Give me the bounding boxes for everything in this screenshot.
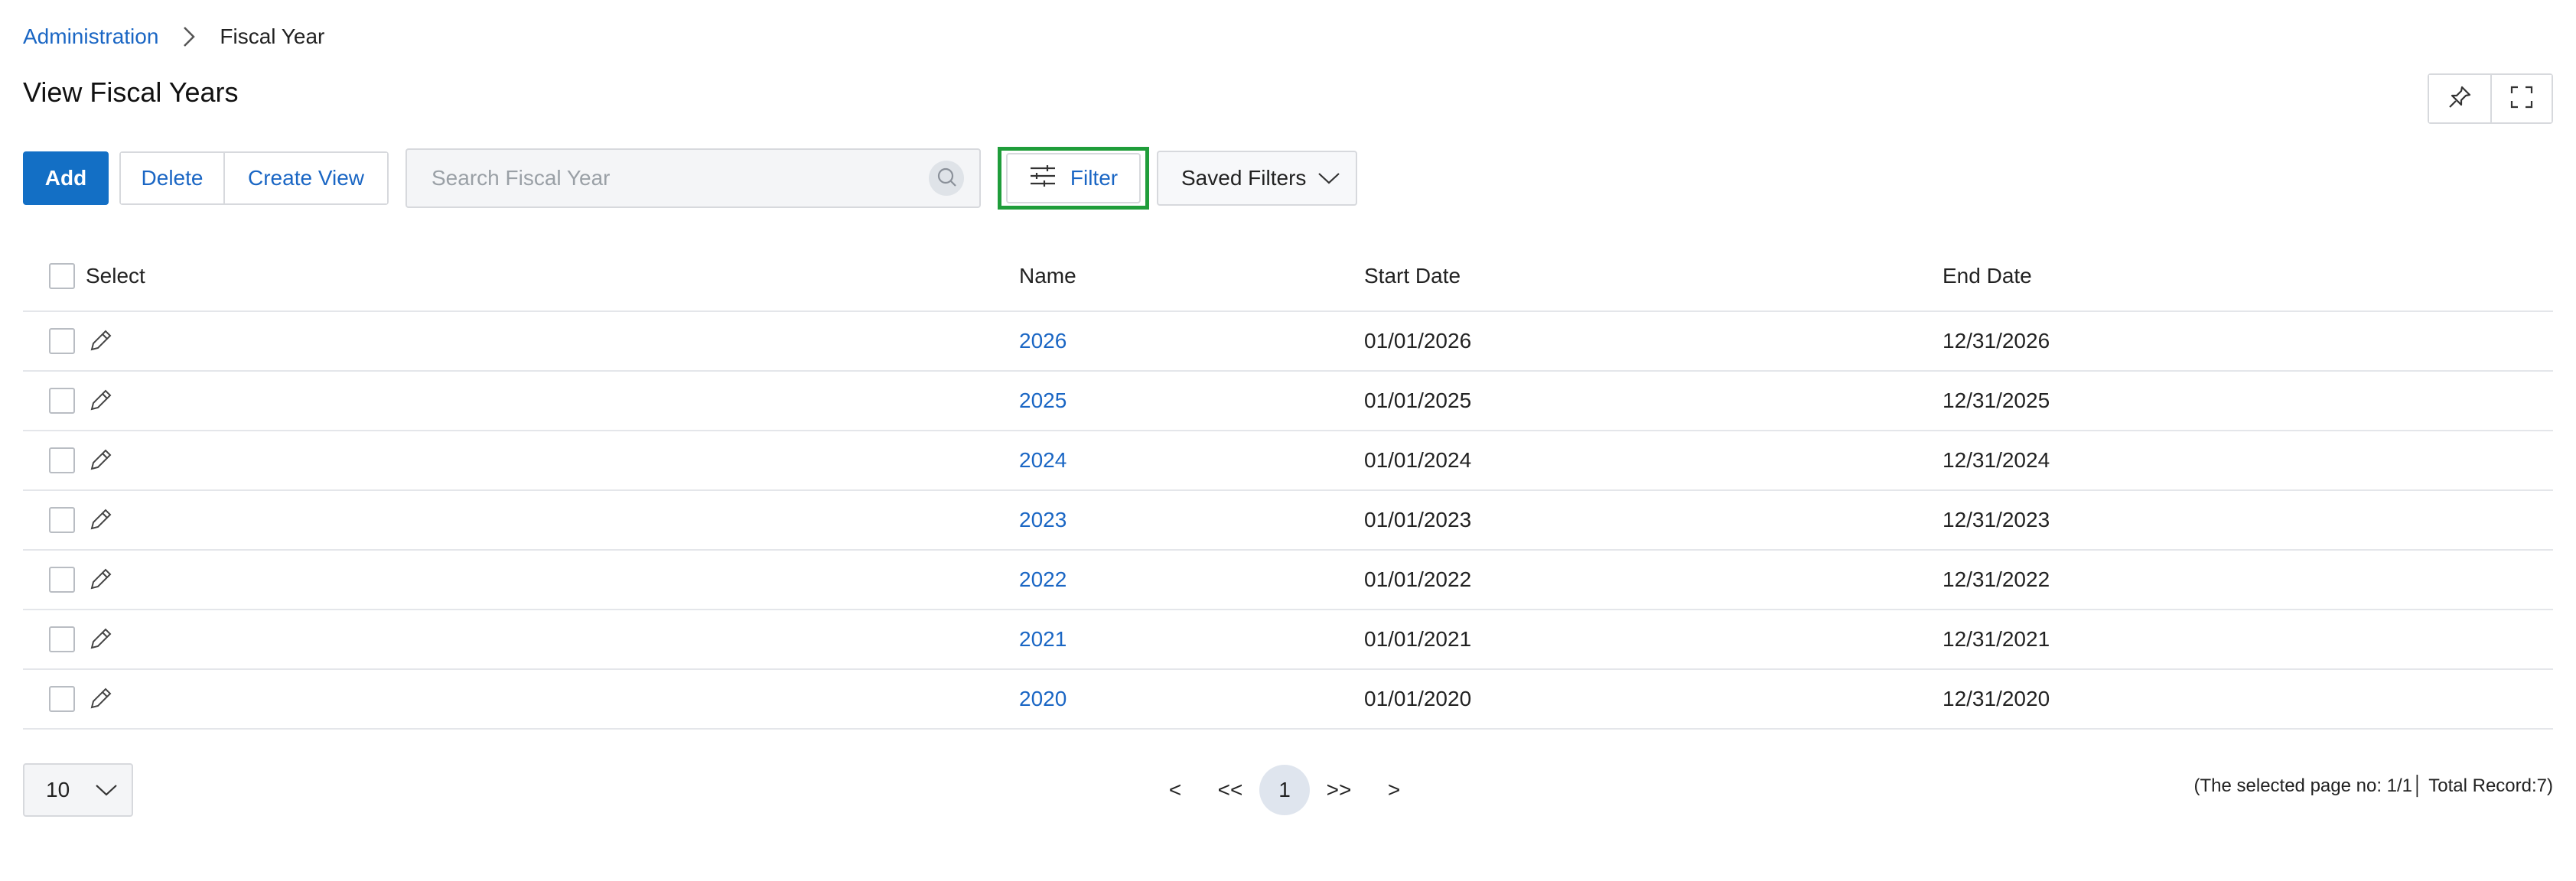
row-start-date: 01/01/2023 bbox=[1364, 508, 1472, 532]
table-row: 2022 01/01/2022 12/31/2022 bbox=[23, 551, 2553, 610]
row-start-date: 01/01/2020 bbox=[1364, 687, 1472, 710]
pencil-icon[interactable] bbox=[87, 507, 113, 533]
breadcrumb: Administration Fiscal Year bbox=[23, 21, 324, 52]
row-name-link[interactable]: 2024 bbox=[1019, 448, 1067, 472]
row-checkbox[interactable] bbox=[49, 626, 75, 652]
search-box bbox=[405, 148, 981, 208]
search-icon bbox=[935, 165, 958, 192]
delete-button[interactable]: Delete bbox=[121, 153, 223, 203]
page-size-value: 10 bbox=[46, 778, 70, 801]
table-row: 2021 01/01/2021 12/31/2021 bbox=[23, 610, 2553, 670]
row-end-date: 12/31/2023 bbox=[1943, 508, 2050, 532]
page-record-info: (The selected page no: 1/1│ Total Record… bbox=[2193, 775, 2554, 796]
chevron-right-icon bbox=[158, 26, 220, 47]
add-button[interactable]: Add bbox=[23, 151, 109, 205]
row-checkbox[interactable] bbox=[49, 686, 75, 712]
row-checkbox[interactable] bbox=[49, 507, 75, 533]
view-controls bbox=[2428, 73, 2553, 124]
toolbar: Add Delete Create View Filter bbox=[23, 147, 1357, 210]
page-size-dropdown[interactable]: 10 bbox=[23, 763, 133, 817]
table-row: 2026 01/01/2026 12/31/2026 bbox=[23, 312, 2553, 372]
pencil-icon[interactable] bbox=[87, 328, 113, 354]
pagination-prev[interactable]: < bbox=[1148, 765, 1203, 815]
row-start-date: 01/01/2025 bbox=[1364, 388, 1472, 412]
row-checkbox[interactable] bbox=[49, 567, 75, 593]
pagination-current-page[interactable]: 1 bbox=[1259, 765, 1310, 815]
chevron-down-icon bbox=[1317, 166, 1340, 190]
fullscreen-button[interactable] bbox=[2490, 75, 2552, 122]
table-row: 2024 01/01/2024 12/31/2024 bbox=[23, 431, 2553, 491]
row-name-link[interactable]: 2020 bbox=[1019, 687, 1067, 710]
row-end-date: 12/31/2025 bbox=[1943, 388, 2050, 412]
table-header: Select Name Start Date End Date bbox=[23, 242, 2553, 312]
header-select: Select bbox=[86, 264, 145, 288]
row-end-date: 12/31/2026 bbox=[1943, 329, 2050, 353]
header-name[interactable]: Name bbox=[1019, 264, 1364, 288]
search-input[interactable] bbox=[430, 165, 929, 191]
saved-filters-label: Saved Filters bbox=[1181, 166, 1307, 190]
table-row: 2020 01/01/2020 12/31/2020 bbox=[23, 670, 2553, 730]
row-end-date: 12/31/2020 bbox=[1943, 687, 2050, 710]
action-button-group: Delete Create View bbox=[119, 151, 389, 205]
create-view-button[interactable]: Create View bbox=[223, 153, 387, 203]
row-name-link[interactable]: 2023 bbox=[1019, 508, 1067, 532]
pin-icon bbox=[2447, 84, 2473, 114]
row-start-date: 01/01/2022 bbox=[1364, 567, 1472, 591]
pencil-icon[interactable] bbox=[87, 567, 113, 593]
header-end-date[interactable]: End Date bbox=[1943, 264, 2553, 288]
row-checkbox[interactable] bbox=[49, 447, 75, 473]
search-button[interactable] bbox=[929, 161, 964, 196]
select-all-checkbox[interactable] bbox=[49, 263, 75, 289]
sliders-icon bbox=[1029, 164, 1070, 193]
row-checkbox[interactable] bbox=[49, 388, 75, 414]
row-start-date: 01/01/2021 bbox=[1364, 627, 1472, 651]
breadcrumb-administration-link[interactable]: Administration bbox=[23, 24, 158, 49]
header-start-date[interactable]: Start Date bbox=[1364, 264, 1943, 288]
pencil-icon[interactable] bbox=[87, 686, 113, 712]
fullscreen-icon bbox=[2509, 84, 2535, 114]
pin-button[interactable] bbox=[2429, 75, 2490, 122]
breadcrumb-current: Fiscal Year bbox=[220, 24, 325, 48]
table-row: 2025 01/01/2025 12/31/2025 bbox=[23, 372, 2553, 431]
row-checkbox[interactable] bbox=[49, 328, 75, 354]
pagination-next[interactable]: > bbox=[1366, 765, 1422, 815]
filter-highlight: Filter bbox=[998, 147, 1149, 210]
saved-filters-dropdown[interactable]: Saved Filters bbox=[1157, 151, 1357, 206]
row-name-link[interactable]: 2026 bbox=[1019, 329, 1067, 353]
pagination-first[interactable]: << bbox=[1203, 765, 1258, 815]
chevron-down-icon bbox=[95, 778, 118, 802]
pagination-last[interactable]: >> bbox=[1311, 765, 1366, 815]
pencil-icon[interactable] bbox=[87, 626, 113, 652]
row-end-date: 12/31/2021 bbox=[1943, 627, 2050, 651]
pagination: < << 1 >> > bbox=[1148, 763, 1422, 817]
fiscal-year-table: Select Name Start Date End Date 2026 01/… bbox=[23, 242, 2553, 730]
row-start-date: 01/01/2024 bbox=[1364, 448, 1472, 472]
row-name-link[interactable]: 2025 bbox=[1019, 388, 1067, 412]
pencil-icon[interactable] bbox=[87, 447, 113, 473]
row-end-date: 12/31/2024 bbox=[1943, 448, 2050, 472]
filter-button-label: Filter bbox=[1070, 166, 1119, 190]
row-start-date: 01/01/2026 bbox=[1364, 329, 1472, 353]
table-row: 2023 01/01/2023 12/31/2023 bbox=[23, 491, 2553, 551]
row-end-date: 12/31/2022 bbox=[1943, 567, 2050, 591]
page-title: View Fiscal Years bbox=[23, 76, 239, 108]
filter-button[interactable]: Filter bbox=[1006, 153, 1141, 203]
row-name-link[interactable]: 2021 bbox=[1019, 627, 1067, 651]
pencil-icon[interactable] bbox=[87, 388, 113, 414]
row-name-link[interactable]: 2022 bbox=[1019, 567, 1067, 591]
